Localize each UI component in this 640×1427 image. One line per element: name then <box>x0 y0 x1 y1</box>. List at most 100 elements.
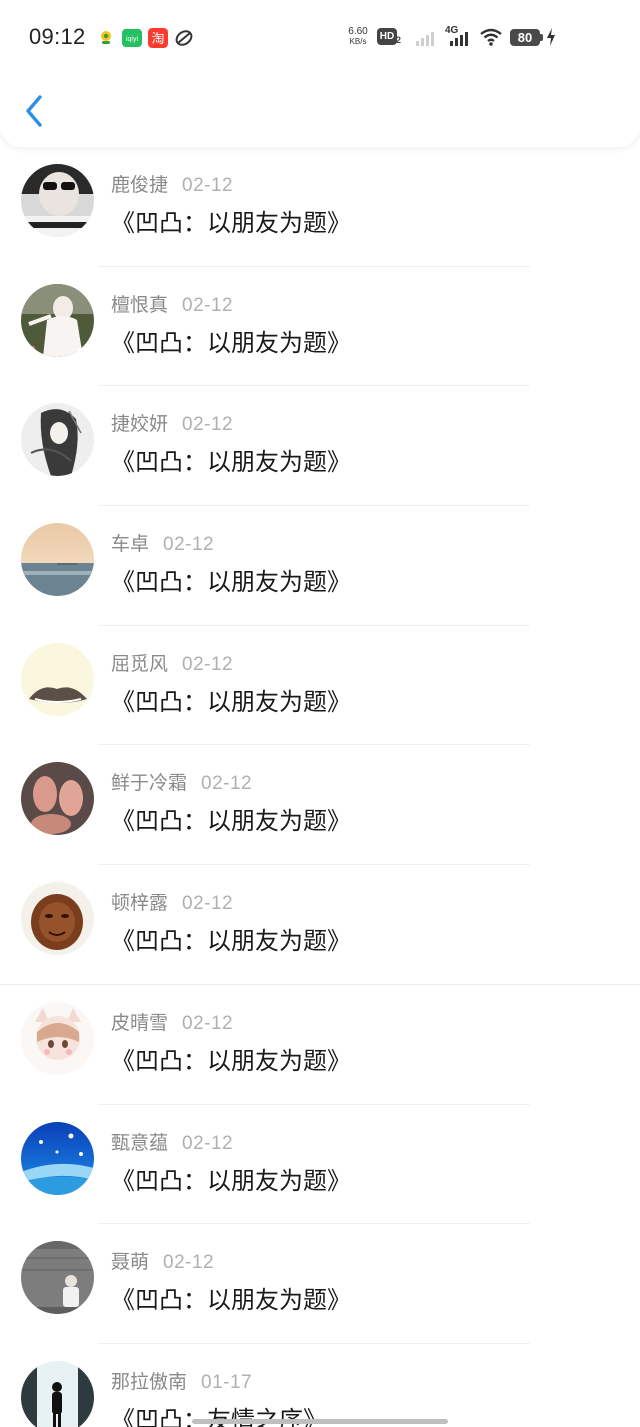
item-meta: 檀恨真 02-12 <box>111 290 233 316</box>
chevron-left-icon <box>26 95 42 127</box>
item-title: 《凹凸：以朋友为题》 <box>111 448 351 477</box>
item-meta: 聂萌 02-12 <box>111 1247 214 1273</box>
header: 09:12 iqiyi 淘 6.60 KB/s HD 2 4G 80 <box>0 0 640 147</box>
avatar-silhouette-light-image <box>21 1360 94 1427</box>
author-name: 屈觅风 <box>111 652 169 675</box>
item-date: 02-12 <box>163 1252 215 1274</box>
avatar-boy-sunglasses-image <box>21 164 94 237</box>
list-item[interactable]: 捷姣妍 02-12 《凹凸：以朋友为题》 <box>0 386 640 507</box>
avatar[interactable] <box>21 762 94 836</box>
home-indicator[interactable] <box>192 1419 448 1424</box>
wifi-icon <box>480 28 502 46</box>
hd-badge: HD <box>377 28 397 45</box>
back-button[interactable] <box>20 92 50 130</box>
author-name: 聂萌 <box>111 1251 150 1274</box>
avatar[interactable] <box>21 642 94 716</box>
hd-sub: 2 <box>396 35 402 45</box>
avatar-buddha-statue-image <box>21 882 94 956</box>
avatar[interactable] <box>21 164 94 237</box>
author-name: 车卓 <box>111 533 150 556</box>
item-title: 《凹凸：以朋友为题》 <box>111 1166 351 1195</box>
avatar-ink-girl-image <box>21 403 94 477</box>
avatar-girl-field-image <box>21 283 94 357</box>
item-meta: 顿梓露 02-12 <box>111 888 233 914</box>
list-item[interactable]: 聂萌 02-12 《凹凸：以朋友为题》 <box>0 1224 640 1344</box>
list-item[interactable]: 檀恨真 02-12 《凹凸：以朋友为题》 <box>0 267 640 387</box>
item-meta: 那拉傲南 01-17 <box>111 1367 252 1393</box>
item-meta: 屈觅风 02-12 <box>111 649 233 675</box>
item-title: 《凹凸：以朋友为题》 <box>111 209 351 237</box>
item-title: 《凹凸：以朋友为题》 <box>111 1046 351 1075</box>
record-list: 鹿俊捷02-12 《凹凸：以朋友为题》 檀恨真02-12 《凹凸：以朋友为题 <box>0 147 640 1427</box>
list-item[interactable]: 屈觅风 02-12 《凹凸：以朋友为题》 <box>0 626 640 746</box>
signal-sim2-icon <box>450 32 468 46</box>
avatar-blue-snowflakes-image <box>21 1121 94 1195</box>
item-date: 02-12 <box>182 653 234 675</box>
item-title: 《凹凸：以朋友为题》 <box>111 927 351 956</box>
author-name: 皮晴雪 <box>111 1011 169 1034</box>
item-date: 02-12 <box>182 175 234 196</box>
battery-tip <box>540 34 543 41</box>
network-speed: 6.60 KB/s <box>345 27 371 47</box>
item-date: 02-12 <box>182 294 234 316</box>
avatar[interactable] <box>21 283 94 357</box>
item-date: 02-12 <box>182 1132 234 1154</box>
item-meta: 捷姣妍 02-12 <box>111 409 233 435</box>
item-date: 02-12 <box>182 1012 234 1034</box>
weather-app-icon <box>101 31 111 44</box>
status-bar: 09:12 iqiyi 淘 6.60 KB/s HD 2 4G 80 <box>0 0 640 76</box>
avatar[interactable] <box>21 1241 94 1315</box>
item-date: 02-12 <box>182 414 234 436</box>
item-date: 02-12 <box>201 773 253 795</box>
network-speed-value: 6.60 <box>348 26 368 37</box>
charging-bolt-icon <box>547 28 555 46</box>
battery-level: 80 <box>510 29 540 46</box>
list-item[interactable]: 皮晴雪 02-12 《凹凸：以朋友为题》 <box>0 985 640 1105</box>
item-title: 《凹凸：以朋友为题》 <box>111 328 351 357</box>
item-meta: 车卓 02-12 <box>111 529 214 555</box>
list-item[interactable]: 车卓 02-12 《凹凸：以朋友为题》 <box>0 506 640 626</box>
list-item[interactable]: 鹿俊捷 02-12 《凹凸：以朋友为题》 <box>0 147 640 267</box>
avatar[interactable] <box>21 1001 94 1075</box>
avatar-baby-feet-image <box>21 762 94 836</box>
item-meta: 鲜于冷霜 02-12 <box>111 768 252 794</box>
link-app-icon <box>175 30 193 46</box>
svg-text:淘: 淘 <box>151 32 164 47</box>
avatar[interactable] <box>21 882 94 956</box>
avatar[interactable] <box>21 1360 94 1427</box>
signal-sim1-icon <box>416 32 434 46</box>
avatar[interactable] <box>21 403 94 477</box>
author-name: 檀恨真 <box>111 293 169 316</box>
iqiyi-app-icon: iqiyi <box>122 29 142 47</box>
author-name: 顿梓露 <box>111 892 169 915</box>
avatar[interactable] <box>21 1121 94 1195</box>
item-title: 《凹凸：以朋友为题》 <box>111 687 351 716</box>
author-name: 甄意蕴 <box>111 1131 169 1154</box>
avatar-boy-gray-wall-image <box>21 1241 94 1315</box>
item-date: 02-12 <box>182 893 234 915</box>
item-meta: 鹿俊捷 02-12 <box>111 170 233 196</box>
author-name: 那拉傲南 <box>111 1370 188 1393</box>
taobao-app-icon: 淘 <box>148 28 168 48</box>
list-item[interactable]: 顿梓露 02-12 《凹凸：以朋友为题》 <box>0 865 640 985</box>
item-title: 《凹凸：以朋友为题》 <box>111 568 351 597</box>
item-title: 《凹凸：以朋友为题》 <box>111 1286 351 1315</box>
page: 09:12 iqiyi 淘 6.60 KB/s HD 2 4G 80 鹿俊捷 0… <box>0 0 640 1427</box>
avatar-anime-cat-girl-image <box>21 1001 94 1075</box>
status-time: 09:12 <box>29 24 86 49</box>
avatar-sleeping-cat-image <box>21 642 94 716</box>
network-speed-unit: KB/s <box>349 37 367 46</box>
item-date: 02-12 <box>163 534 215 556</box>
list-item[interactable]: 甄意蕴 02-12 《凹凸：以朋友为题》 <box>0 1105 640 1225</box>
item-title: 《凹凸：以朋友为题》 <box>111 807 351 836</box>
avatar[interactable] <box>21 523 94 597</box>
item-meta: 皮晴雪 02-12 <box>111 1008 233 1034</box>
author-name: 鲜于冷霜 <box>111 772 188 795</box>
list-item[interactable]: 鲜于冷霜 02-12 《凹凸：以朋友为题》 <box>0 745 640 866</box>
author-name: 捷姣妍 <box>111 413 169 436</box>
item-date: 01-17 <box>201 1371 253 1393</box>
list-item[interactable]: 那拉傲南 01-17 《凹凸：友情之序》 <box>0 1344 640 1427</box>
item-meta: 甄意蕴 02-12 <box>111 1128 233 1154</box>
svg-text:iqiyi: iqiyi <box>126 36 139 43</box>
avatar-sunset-sea-image <box>21 523 94 597</box>
